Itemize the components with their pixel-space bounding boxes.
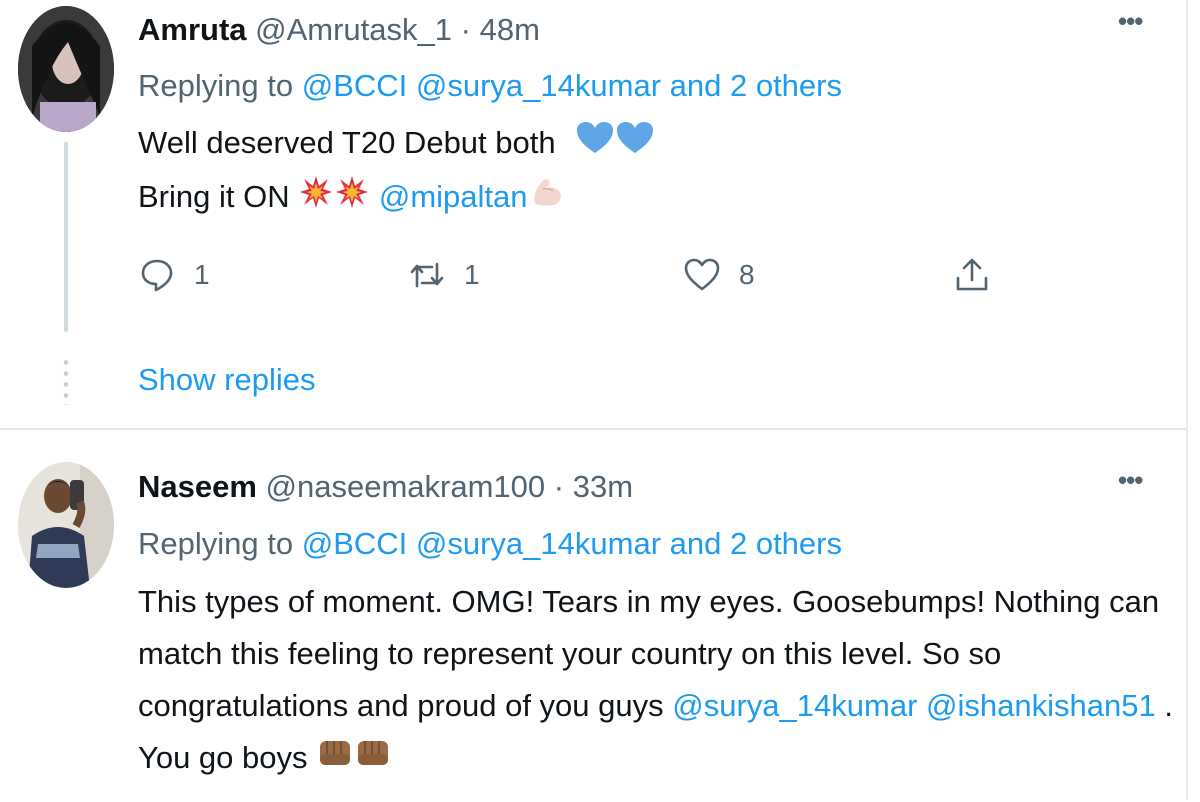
like-icon	[684, 258, 720, 291]
separator: ·	[553, 469, 565, 504]
avatar[interactable]	[18, 6, 114, 132]
replying-label: Replying to	[138, 68, 294, 103]
tweet-text-line: congratulations and proud of you guys	[138, 688, 664, 723]
user-handle[interactable]: @naseemakram100	[266, 469, 546, 504]
separator: ·	[460, 12, 471, 47]
oncoming-fist-emoji	[317, 734, 353, 786]
tweet-text-line: Bring it ON	[138, 178, 290, 214]
tweet-header: Naseem @naseemakram100 · 33m	[138, 467, 633, 507]
display-name[interactable]: Amruta	[138, 12, 247, 47]
replying-label: Replying to	[138, 526, 294, 561]
heart-emoji	[576, 119, 614, 171]
like-count: 8	[739, 259, 755, 290]
replying-to: Replying to @BCCI @surya_14kumar and 2 o…	[138, 524, 842, 564]
mention-surya[interactable]: @surya_14kumar	[416, 68, 661, 103]
thread-line	[64, 142, 68, 332]
reply-icon	[141, 259, 173, 292]
thread-ellipsis	[63, 357, 69, 405]
show-replies-link[interactable]: Show replies	[138, 358, 315, 402]
collision-emoji	[335, 173, 369, 225]
punctuation: .	[1164, 688, 1173, 723]
retweet-icon	[410, 262, 444, 288]
collision-emoji	[299, 173, 333, 225]
mention-surya[interactable]: @surya_14kumar	[672, 688, 917, 723]
display-name[interactable]: Naseem	[138, 469, 257, 504]
reply-button[interactable]: 1	[138, 250, 210, 300]
mention-others[interactable]: and 2 others	[670, 526, 842, 561]
heart-emoji	[616, 119, 654, 171]
tweet-text-line: Well deserved T20 Debut both	[138, 125, 556, 160]
more-options-icon[interactable]: •••	[1118, 6, 1143, 37]
mention-bcci[interactable]: @BCCI	[302, 526, 408, 561]
mention-bcci[interactable]: @BCCI	[302, 68, 408, 103]
mention-surya[interactable]: @surya_14kumar	[416, 526, 661, 561]
avatar[interactable]	[18, 462, 114, 588]
timestamp[interactable]: 48m	[480, 12, 540, 47]
tweet-text-line: match this feeling to represent your cou…	[138, 636, 1002, 671]
mention-mipaltan[interactable]: @mipaltan	[379, 179, 528, 214]
reply-count: 1	[194, 259, 210, 290]
tweet-text-line: This types of moment. OMG! Tears in my e…	[138, 584, 1160, 619]
retweet-button[interactable]: 1	[408, 250, 480, 300]
mention-others[interactable]: and 2 others	[670, 68, 842, 103]
tweet-text: This types of moment. OMG! Tears in my e…	[138, 576, 1173, 786]
oncoming-fist-emoji	[355, 734, 391, 786]
tweet-text-line: You go boys	[138, 740, 308, 775]
tweet-actions: 1 1 8	[138, 250, 1038, 300]
more-options-icon[interactable]: •••	[1118, 465, 1143, 496]
tweet-amruta[interactable]: Amruta @Amrutask_1 · 48m ••• Replying to…	[0, 0, 1186, 428]
timestamp[interactable]: 33m	[573, 469, 633, 504]
share-icon	[956, 258, 988, 291]
mention-ishankishan[interactable]: @ishankishan51	[926, 688, 1156, 723]
tweet-header: Amruta @Amrutask_1 · 48m	[138, 10, 540, 50]
right-border	[1186, 0, 1188, 800]
like-button[interactable]: 8	[683, 250, 755, 300]
tweet-text: Well deserved T20 Debut both Bring it ON…	[138, 117, 1138, 225]
flexed-biceps-emoji	[529, 173, 565, 225]
retweet-count: 1	[464, 259, 480, 290]
replying-to: Replying to @BCCI @surya_14kumar and 2 o…	[138, 66, 842, 106]
user-handle[interactable]: @Amrutask_1	[255, 12, 452, 47]
share-button[interactable]	[953, 250, 991, 300]
